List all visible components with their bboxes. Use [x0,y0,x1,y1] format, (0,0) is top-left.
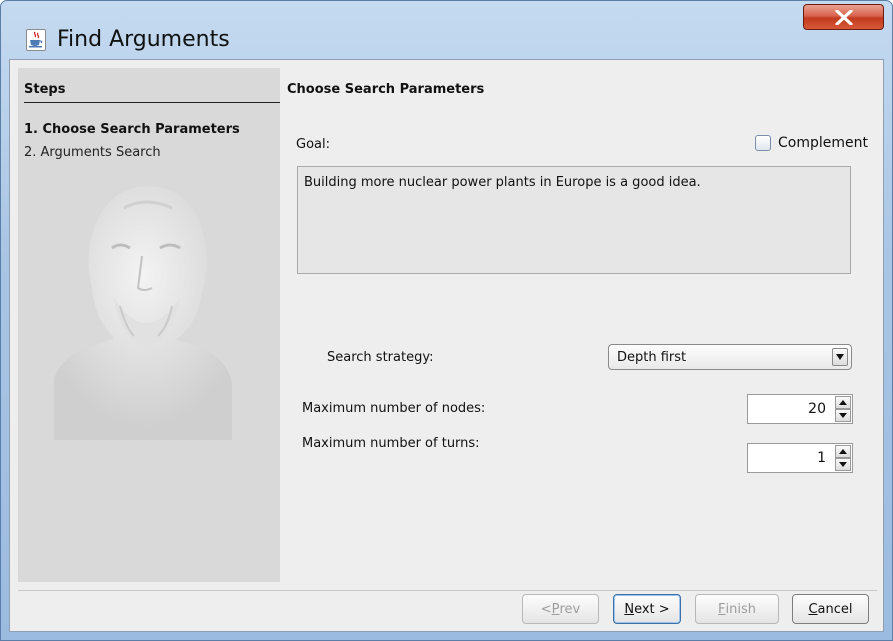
goal-label: Goal: [296,137,330,152]
next-button[interactable]: Next > [613,594,681,624]
spinner-up-icon[interactable] [835,396,851,409]
search-strategy-label: Search strategy: [327,350,434,365]
window-title: Find Arguments [57,27,230,52]
prev-button-prefix: < [540,601,552,617]
complement-label[interactable]: Complement [778,135,868,151]
cancel-button-mnemonic: C [808,601,818,617]
step-arguments-search: 2. Arguments Search [24,145,161,160]
finish-button[interactable]: Finish [695,594,779,624]
cancel-button-label: ancel [817,601,853,617]
dialog-content: Steps 1. Choose Search Parameters 2. Arg… [9,59,884,632]
philosopher-bust-image [54,186,232,440]
complement-checkbox[interactable]: Complement [755,133,868,153]
spinner-down-icon[interactable] [835,458,851,471]
max-nodes-label: Maximum number of nodes: [302,401,486,416]
search-strategy-value: Depth first [617,350,687,365]
finish-button-mnemonic: F [718,601,726,617]
steps-panel: Steps 1. Choose Search Parameters 2. Arg… [18,68,280,582]
steps-header: Steps [24,82,280,103]
goal-text-area[interactable]: Building more nuclear power plants in Eu… [297,166,851,274]
spinner-down-icon[interactable] [835,409,851,422]
prev-button-label: rev [559,601,581,617]
prev-button-mnemonic: P [551,601,560,617]
max-nodes-spinner[interactable]: 20 [747,394,853,424]
max-turns-label: Maximum number of turns: [302,436,480,451]
max-turns-spinner[interactable]: 1 [747,443,853,473]
complement-checkbox-box[interactable] [755,135,771,151]
find-arguments-window: Find Arguments Steps 1. Choose Search Pa… [0,0,893,641]
dropdown-arrow-icon[interactable] [832,348,848,366]
section-title: Choose Search Parameters [287,82,485,97]
max-nodes-value[interactable]: 20 [808,401,826,417]
title-bar[interactable]: Find Arguments [1,1,892,59]
next-button-mnemonic: N [624,601,635,617]
java-cup-icon[interactable] [26,29,46,51]
next-button-label: ext > [634,601,670,617]
finish-button-label: inish [725,601,756,617]
spinner-up-icon[interactable] [835,445,851,458]
max-turns-value[interactable]: 1 [817,450,826,466]
close-x-icon [835,10,853,25]
prev-button[interactable]: < Prev [522,594,599,624]
search-strategy-select[interactable]: Depth first [608,344,852,370]
close-button[interactable] [803,4,884,30]
cancel-button[interactable]: Cancel [792,594,869,624]
button-bar-separator [18,590,877,591]
step-choose-search-parameters: 1. Choose Search Parameters [24,122,240,137]
